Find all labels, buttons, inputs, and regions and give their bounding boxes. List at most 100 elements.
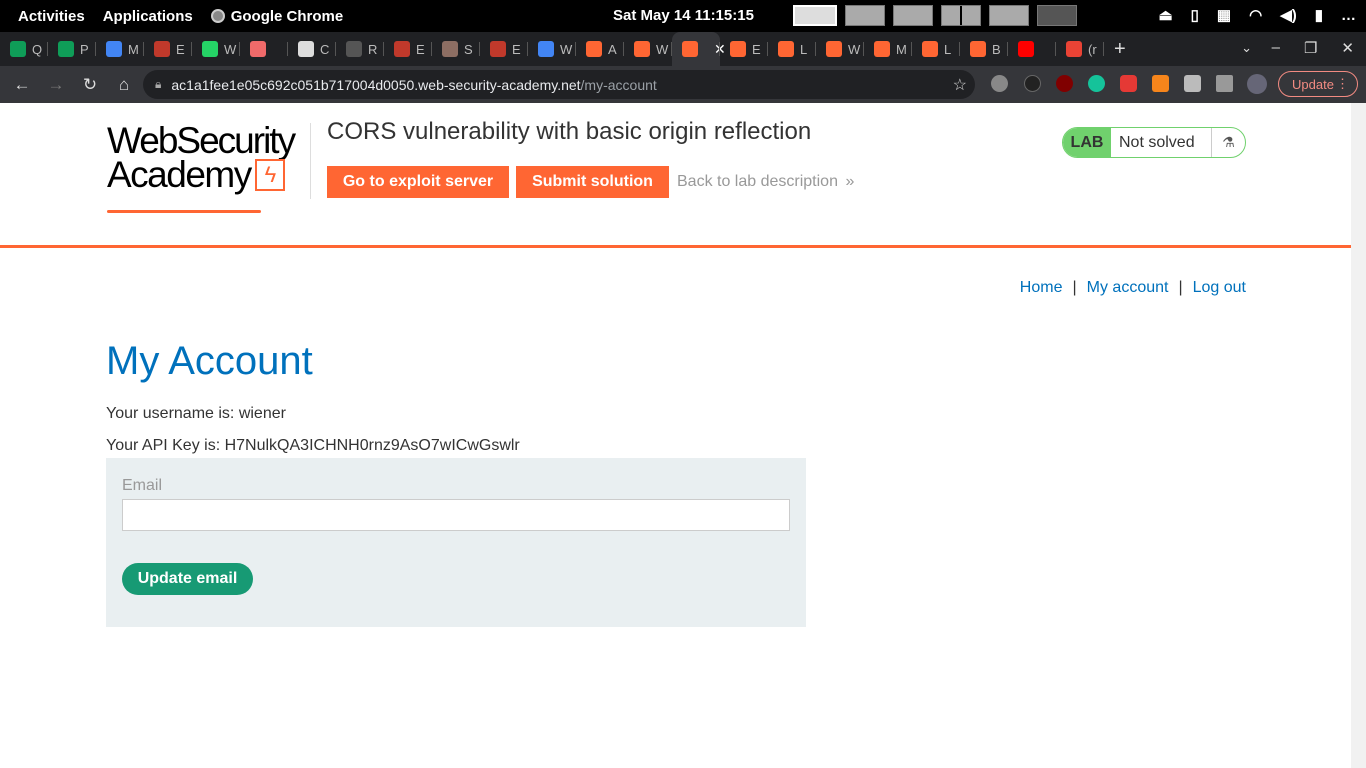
username-text: Your username is: wiener: [106, 405, 286, 422]
header-rule: [0, 245, 1351, 248]
window-controls: – ❐ ✕: [1272, 39, 1354, 57]
tab-title: W: [560, 41, 573, 57]
profile-avatar[interactable]: [1247, 74, 1267, 94]
log-out-link[interactable]: Log out: [1193, 279, 1246, 297]
browser-tab[interactable]: W: [192, 32, 240, 66]
extensions-puzzle-icon[interactable]: [1184, 75, 1201, 92]
browser-tab[interactable]: ✕: [672, 32, 726, 66]
minimize-icon[interactable]: –: [1272, 39, 1280, 57]
burp-icon: [586, 41, 602, 57]
extension-shield-icon[interactable]: [991, 75, 1008, 92]
back-icon[interactable]: ←: [6, 69, 38, 101]
browser-tab[interactable]: [240, 32, 288, 66]
my-account-link[interactable]: My account: [1087, 279, 1169, 297]
active-app-menu[interactable]: Google Chrome: [202, 8, 353, 25]
browser-tab[interactable]: R: [336, 32, 384, 66]
home-link[interactable]: Home: [1020, 279, 1063, 297]
tab-title: W: [848, 41, 861, 57]
battery-icon[interactable]: ▮: [1315, 6, 1323, 24]
browser-tab[interactable]: [1008, 32, 1056, 66]
browser-tab[interactable]: P: [48, 32, 96, 66]
restore-icon[interactable]: ❐: [1304, 39, 1317, 57]
asana-icon: [250, 41, 266, 57]
browser-tab[interactable]: C: [288, 32, 336, 66]
browser-tab[interactable]: E: [720, 32, 768, 66]
browser-tab[interactable]: L: [768, 32, 816, 66]
browser-tab[interactable]: A: [576, 32, 624, 66]
update-email-button[interactable]: Update email: [122, 563, 253, 595]
tab-title: L: [800, 41, 808, 57]
avatar-icon: [442, 41, 458, 57]
page-scrollbar[interactable]: [1351, 103, 1366, 768]
workspace-6[interactable]: [1037, 5, 1077, 26]
kebab-menu-icon[interactable]: ⋮: [1336, 76, 1349, 92]
tab-title: S: [464, 41, 473, 57]
browser-tab[interactable]: E: [144, 32, 192, 66]
browser-tab[interactable]: W: [816, 32, 864, 66]
browser-tab[interactable]: (r: [1056, 32, 1104, 66]
workspace-4[interactable]: [941, 5, 981, 26]
burp-icon: [874, 41, 890, 57]
browser-tab[interactable]: S: [432, 32, 480, 66]
submit-solution-button[interactable]: Submit solution: [516, 166, 669, 198]
lock-icon[interactable]: 🔒︎: [155, 77, 161, 92]
metamask-icon[interactable]: [1152, 75, 1169, 92]
volume-icon[interactable]: ◀): [1280, 6, 1297, 24]
workspace-3[interactable]: [893, 5, 933, 26]
globe-icon: [298, 41, 314, 57]
clipboard-icon[interactable]: ▯: [1191, 6, 1199, 24]
extension-mask-icon[interactable]: [1024, 75, 1041, 92]
lightning-bolt-icon: ϟ: [254, 159, 285, 191]
chrome-update-button[interactable]: Update ⋮: [1278, 71, 1358, 97]
workspace-5[interactable]: [989, 5, 1029, 26]
address-bar[interactable]: 🔒︎ ac1a1fee1e05c692c051b717004d0050.web-…: [143, 70, 975, 99]
browser-tab[interactable]: W: [624, 32, 672, 66]
bookmark-star-icon[interactable]: ☆: [953, 75, 967, 95]
applications-menu[interactable]: Applications: [94, 8, 202, 25]
browser-tab[interactable]: W: [528, 32, 576, 66]
update-email-form: Email Update email: [106, 458, 806, 627]
eject-icon[interactable]: ⏏: [1158, 6, 1172, 24]
forward-icon[interactable]: →: [40, 69, 72, 101]
go-to-exploit-server-button[interactable]: Go to exploit server: [327, 166, 509, 198]
logo-line-1: WebSecurity: [107, 120, 296, 161]
tab-title: R: [368, 41, 378, 57]
grammarly-icon[interactable]: [1088, 75, 1105, 92]
whatsapp-icon: [202, 41, 218, 57]
ublock-icon[interactable]: [1056, 75, 1073, 92]
home-icon[interactable]: ⌂: [108, 69, 140, 101]
web-security-academy-logo[interactable]: WebSecurity Academy ϟ: [107, 120, 307, 213]
close-window-icon[interactable]: ✕: [1341, 39, 1354, 57]
tab-search-icon[interactable]: ⌄: [1241, 40, 1252, 56]
layout-icon[interactable]: ▦: [1217, 6, 1231, 24]
browser-tab[interactable]: L: [912, 32, 960, 66]
browser-tab[interactable]: M: [96, 32, 144, 66]
overflow-icon[interactable]: …: [1341, 7, 1356, 24]
browser-tab[interactable]: E: [384, 32, 432, 66]
back-to-lab-description-link[interactable]: Back to lab description »: [677, 173, 854, 191]
tab-title: E: [512, 41, 521, 57]
browser-tab[interactable]: E: [480, 32, 528, 66]
clock[interactable]: Sat May 14 11:15:15: [613, 7, 754, 24]
system-top-bar: Activities Applications Google Chrome Sa…: [0, 0, 1366, 32]
browser-tab[interactable]: Q: [0, 32, 48, 66]
workspace-1[interactable]: [793, 5, 837, 26]
tab-title: P: [80, 41, 89, 57]
burp-icon: [826, 41, 842, 57]
activities-button[interactable]: Activities: [9, 8, 94, 25]
email-field[interactable]: [122, 499, 790, 531]
tab-title: E: [176, 41, 185, 57]
browser-tab[interactable]: B: [960, 32, 1008, 66]
browser-tab[interactable]: M: [864, 32, 912, 66]
api-key-text: Your API Key is: H7NulkQA3ICHNH0rnz9AsO7…: [106, 437, 520, 454]
update-label: Update: [1292, 76, 1334, 92]
portswigger-lab-icon: [490, 41, 506, 57]
workspace-2[interactable]: [845, 5, 885, 26]
media-queue-icon[interactable]: [1216, 75, 1233, 92]
wifi-icon[interactable]: ◠: [1249, 6, 1262, 24]
new-tab-icon[interactable]: +: [1114, 38, 1126, 61]
lab-label: LAB: [1063, 128, 1111, 157]
reload-icon[interactable]: ↻: [74, 69, 106, 101]
account-nav: Home | My account | Log out: [1020, 279, 1246, 297]
video-extension-icon[interactable]: [1120, 75, 1137, 92]
